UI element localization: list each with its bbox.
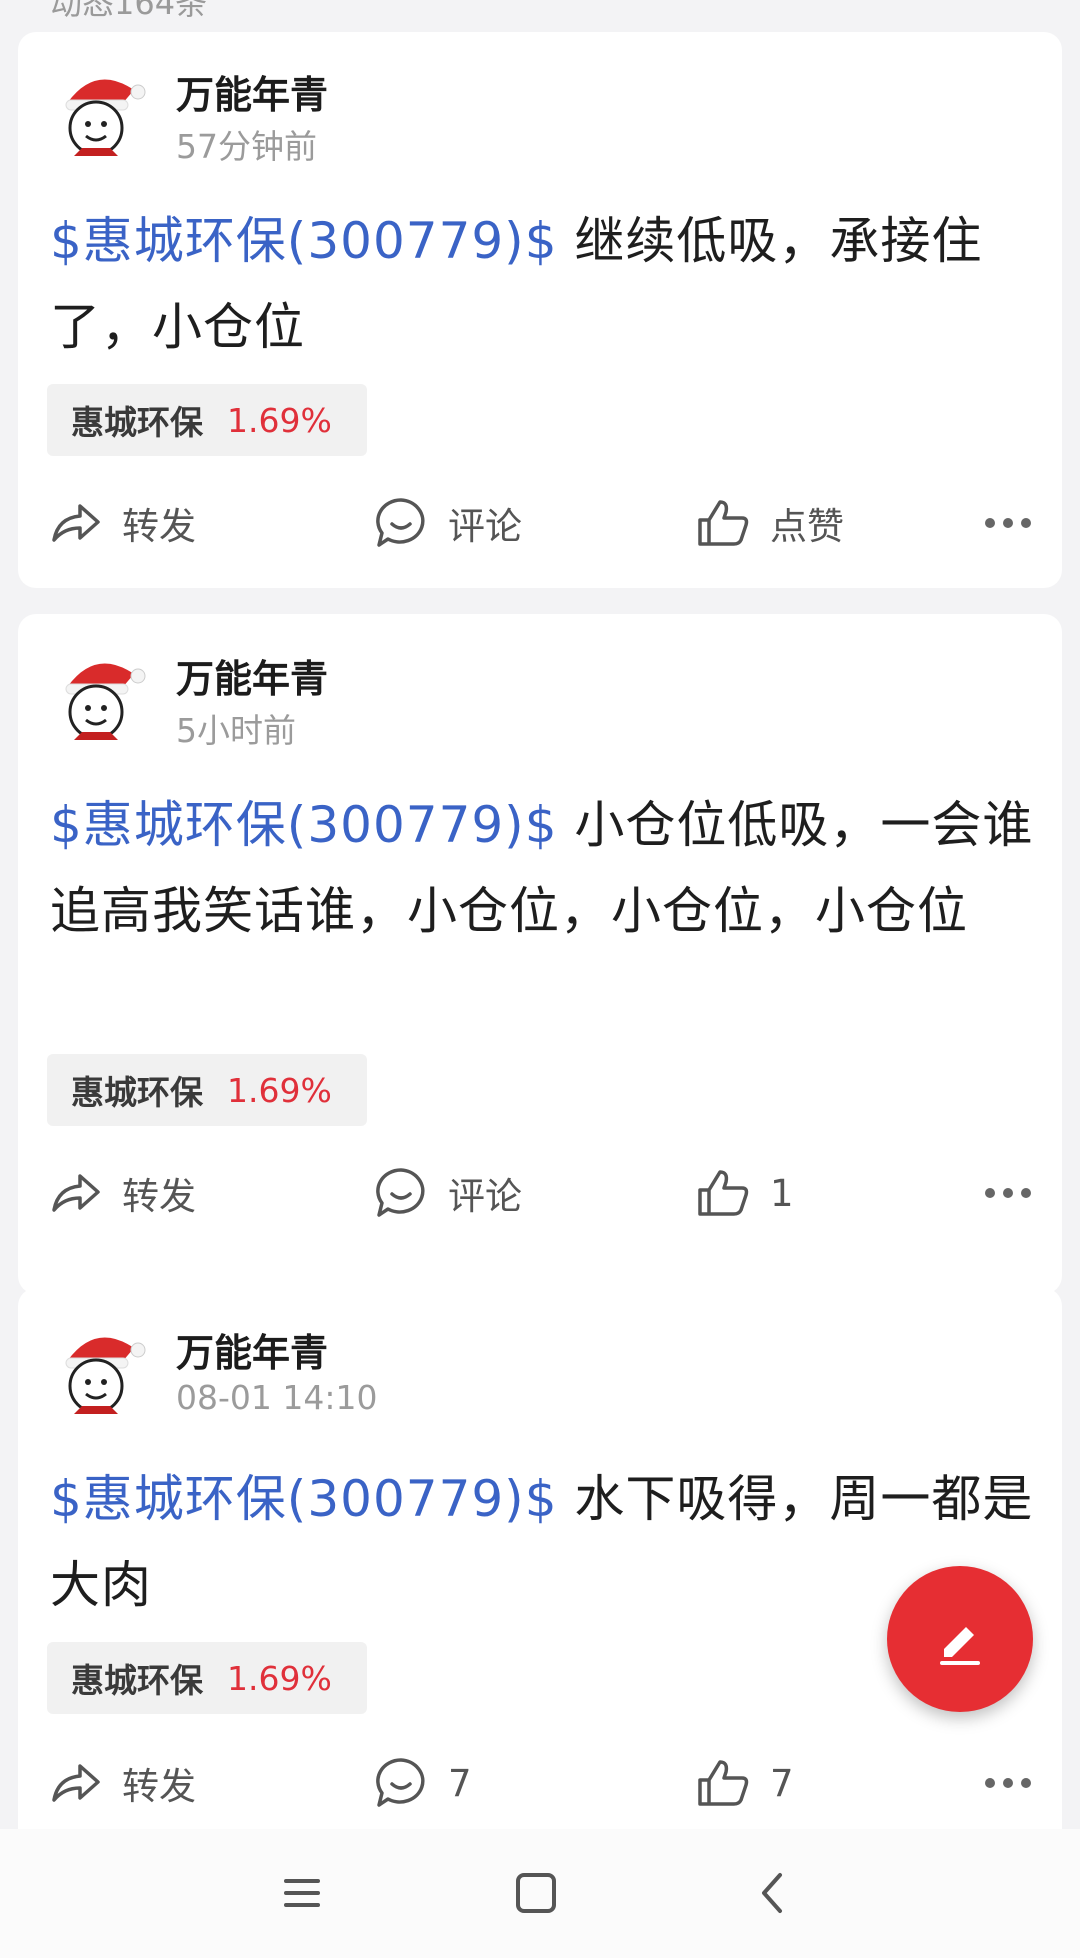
- like-button[interactable]: 1: [694, 1158, 794, 1228]
- action-bar: 转发 7 7: [18, 1748, 1062, 1818]
- like-count: 1: [770, 1171, 794, 1215]
- stock-tag[interactable]: 惠城环保 1.69%: [47, 384, 367, 456]
- stock-name: 惠城环保: [71, 403, 203, 442]
- share-arrow-icon: [52, 504, 100, 542]
- repost-button[interactable]: 转发: [46, 1158, 196, 1228]
- comment-bubble-icon: [376, 498, 425, 547]
- post-card[interactable]: 万能年青 57分钟前 $惠城环保(300779)$ 继续低吸，承接住了，小仓位 …: [18, 32, 1062, 588]
- post-card[interactable]: 万能年青 08-01 14:10 $惠城环保(300779)$ 水下吸得，周一都…: [18, 1288, 1062, 1848]
- repost-button[interactable]: 转发: [46, 1748, 196, 1818]
- back-chevron-icon[interactable]: [740, 1861, 804, 1925]
- comment-bubble-icon: [376, 1758, 425, 1807]
- comment-button[interactable]: 7: [372, 1748, 472, 1818]
- post-card[interactable]: 万能年青 5小时前 $惠城环保(300779)$ 小仓位低吸，一会谁追高我笑话谁…: [18, 614, 1062, 1294]
- like-button[interactable]: 点赞: [694, 488, 844, 558]
- post-content[interactable]: $惠城环保(300779)$ 水下吸得，周一都是大肉: [50, 1456, 1040, 1628]
- ticker-link[interactable]: $惠城环保(300779)$: [50, 1470, 558, 1528]
- menu-lines-icon[interactable]: [270, 1861, 334, 1925]
- repost-button[interactable]: 转发: [46, 488, 196, 558]
- post-count-text: 动态164条: [50, 0, 208, 22]
- more-dots-icon[interactable]: [982, 1770, 1034, 1796]
- action-bar: 转发 评论 1: [18, 1158, 1062, 1228]
- stock-tag[interactable]: 惠城环保 1.69%: [47, 1054, 367, 1126]
- ticker-link[interactable]: $惠城环保(300779)$: [50, 796, 558, 854]
- edit-pencil-icon: [940, 1627, 980, 1665]
- username[interactable]: 万能年青: [176, 648, 328, 703]
- comment-count: 7: [448, 1761, 472, 1805]
- share-arrow-icon: [52, 1174, 100, 1212]
- action-bar: 转发 评论 点赞: [18, 488, 1062, 558]
- ticker-link[interactable]: $惠城环保(300779)$: [50, 212, 558, 270]
- thumbs-up-icon: [698, 500, 749, 546]
- comment-label: 评论: [448, 1175, 522, 1218]
- repost-label: 转发: [122, 505, 196, 548]
- like-label: 点赞: [770, 505, 844, 548]
- comment-label: 评论: [448, 505, 522, 548]
- avatar[interactable]: [56, 1320, 150, 1420]
- stock-change: 1.69%: [227, 1070, 332, 1110]
- system-nav-bar: [0, 1829, 1080, 1958]
- post-content[interactable]: $惠城环保(300779)$ 小仓位低吸，一会谁追高我笑话谁，小仓位，小仓位，小…: [50, 782, 1040, 954]
- share-arrow-icon: [52, 1764, 100, 1802]
- post-content[interactable]: $惠城环保(300779)$ 继续低吸，承接住了，小仓位: [50, 198, 1040, 370]
- repost-label: 转发: [122, 1175, 196, 1218]
- thumbs-up-icon: [698, 1170, 749, 1216]
- home-square-icon[interactable]: [504, 1861, 568, 1925]
- like-button[interactable]: 7: [694, 1748, 794, 1818]
- stock-name: 惠城环保: [71, 1661, 203, 1700]
- repost-label: 转发: [122, 1765, 196, 1808]
- username[interactable]: 万能年青: [176, 64, 328, 119]
- post-time: 5小时前: [176, 711, 296, 750]
- more-dots-icon[interactable]: [982, 1180, 1034, 1206]
- thumbs-up-icon: [698, 1760, 749, 1806]
- like-count: 7: [770, 1761, 794, 1805]
- username[interactable]: 万能年青: [176, 1322, 328, 1377]
- stock-name: 惠城环保: [71, 1073, 203, 1112]
- stock-change: 1.69%: [227, 1658, 332, 1698]
- stock-change: 1.69%: [227, 400, 332, 440]
- avatar[interactable]: [56, 646, 150, 746]
- comment-button[interactable]: 评论: [372, 488, 522, 558]
- post-time: 08-01 14:10: [176, 1378, 378, 1417]
- avatar[interactable]: [56, 62, 150, 162]
- stock-tag[interactable]: 惠城环保 1.69%: [47, 1642, 367, 1714]
- comment-bubble-icon: [376, 1168, 425, 1217]
- comment-button[interactable]: 评论: [372, 1158, 522, 1228]
- more-dots-icon[interactable]: [982, 510, 1034, 536]
- post-time: 57分钟前: [176, 127, 317, 166]
- compose-fab-button[interactable]: [887, 1566, 1033, 1712]
